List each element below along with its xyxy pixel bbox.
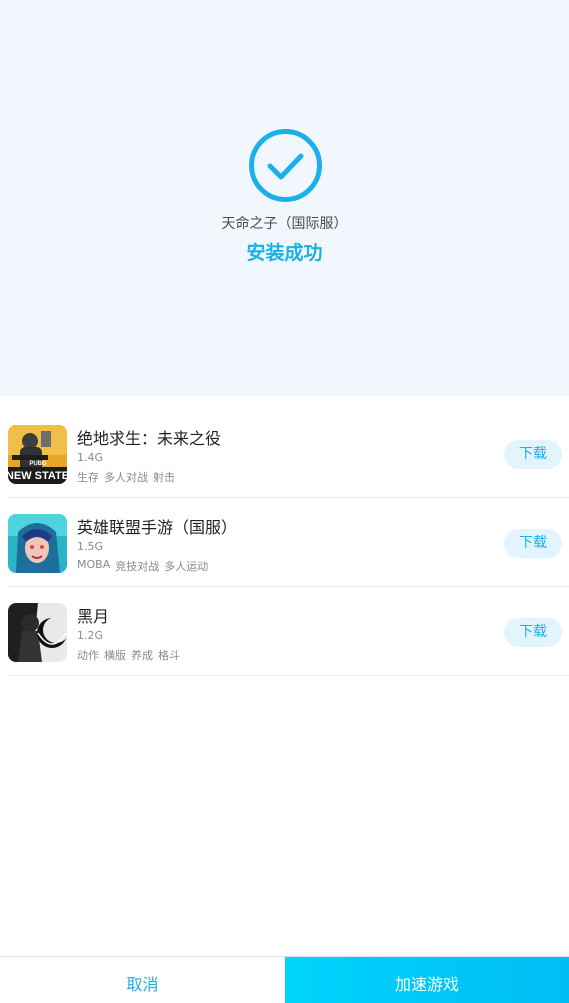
game-size: 1.4G bbox=[77, 451, 104, 464]
tag: 动作 bbox=[77, 649, 99, 662]
game-size: 1.5G bbox=[77, 540, 104, 553]
install-success-page: 天命之子（国际服） 安装成功 PUBG NEW STATE 绝地求生：未来之役 bbox=[0, 0, 569, 1003]
tag: 生存 bbox=[77, 471, 99, 484]
icon-badge-text: PUBG bbox=[29, 461, 47, 467]
icon-logo-text: NEW STATE bbox=[8, 470, 67, 482]
installed-app-name: 天命之子（国际服） bbox=[221, 216, 348, 232]
cancel-button[interactable]: 取消 bbox=[0, 957, 285, 1003]
check-circle-icon bbox=[249, 129, 322, 202]
accelerate-game-button[interactable]: 加速游戏 bbox=[285, 957, 569, 1003]
tag: 多人对战 bbox=[104, 471, 148, 484]
download-button[interactable]: 下载 bbox=[504, 618, 562, 647]
list-item[interactable]: 黑月 1.2G 动作 横版 养成 格斗 下载 bbox=[8, 588, 569, 676]
tag: 格斗 bbox=[158, 649, 180, 662]
game-icon-lol-mobile bbox=[8, 514, 67, 573]
game-title: 英雄联盟手游（国服） bbox=[77, 518, 238, 537]
list-item[interactable]: 英雄联盟手游（国服） 1.5G MOBA 竞技对战 多人运动 下载 bbox=[8, 499, 569, 587]
tag: 养成 bbox=[131, 649, 153, 662]
tag: 多人运动 bbox=[164, 560, 209, 573]
game-title: 绝地求生：未来之役 bbox=[77, 429, 222, 448]
download-button[interactable]: 下载 bbox=[504, 529, 562, 558]
game-size: 1.2G bbox=[77, 629, 104, 642]
install-status-text: 安装成功 bbox=[246, 242, 323, 264]
tag: 射击 bbox=[153, 471, 175, 484]
game-icon-pubg-new-state: PUBG NEW STATE bbox=[8, 425, 67, 484]
game-icon-black-moon bbox=[8, 603, 67, 662]
list-item[interactable]: PUBG NEW STATE 绝地求生：未来之役 1.4G 生存 多人对战 射击… bbox=[8, 410, 569, 498]
tag: MOBA bbox=[77, 558, 111, 571]
tag: 竞技对战 bbox=[115, 560, 160, 573]
game-tags: MOBA 竞技对战 多人运动 bbox=[77, 558, 208, 574]
game-tags: 生存 多人对战 射击 bbox=[77, 469, 175, 485]
game-tags: 动作 横版 养成 格斗 bbox=[77, 647, 180, 663]
bottom-action-bar: 取消 加速游戏 bbox=[0, 956, 569, 1003]
game-title: 黑月 bbox=[77, 607, 110, 626]
tag: 横版 bbox=[104, 649, 126, 662]
install-success-panel: 天命之子（国际服） 安装成功 bbox=[0, 0, 569, 396]
download-button[interactable]: 下载 bbox=[504, 440, 562, 469]
